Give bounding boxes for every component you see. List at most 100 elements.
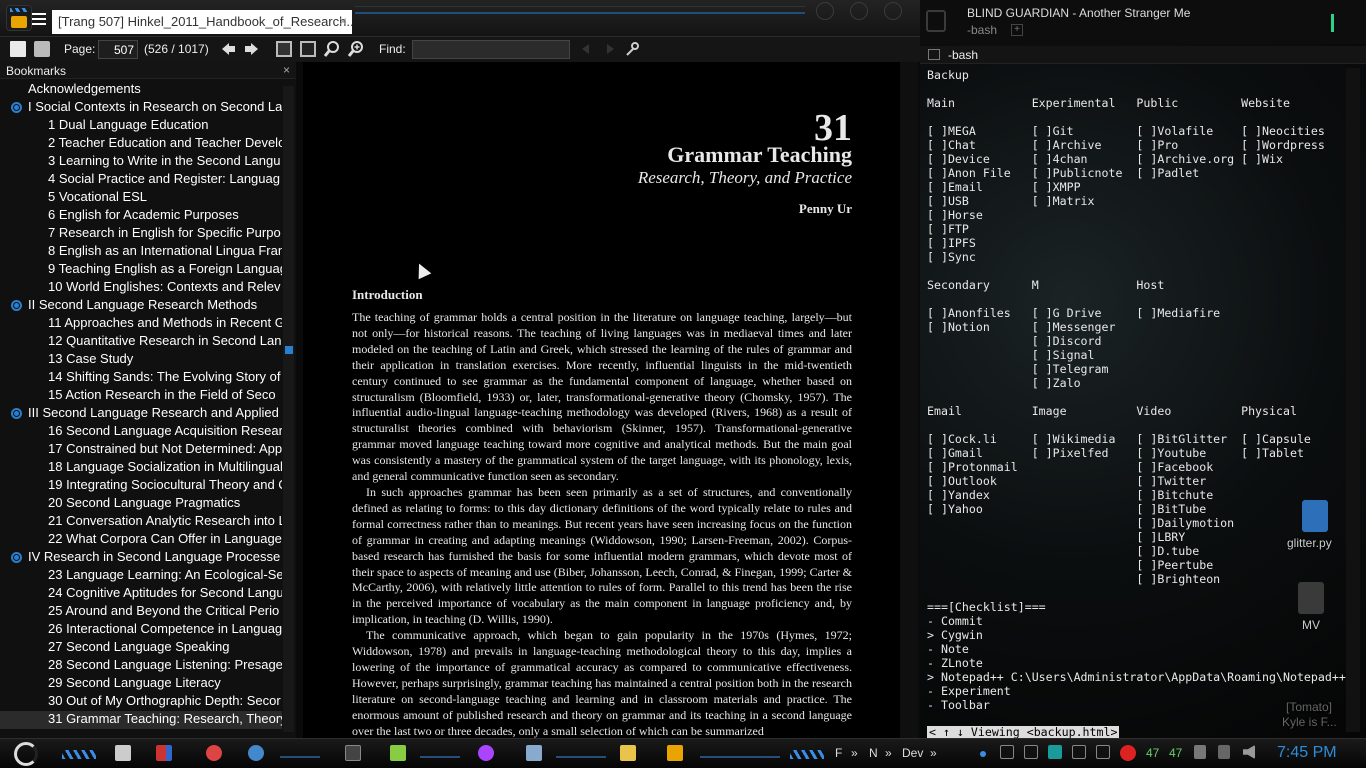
tree-node-icon[interactable] — [11, 102, 22, 113]
bookmark-item[interactable]: 7 Research in English for Specific Purpo — [0, 225, 282, 243]
bookmark-item[interactable]: II Second Language Research Methods — [0, 297, 282, 315]
document-tab[interactable]: [Trang 507] Hinkel_2011_Handbook_of_Rese… — [52, 10, 352, 34]
bookmark-item[interactable]: 6 English for Academic Purposes — [0, 207, 282, 225]
bookmark-item[interactable]: 18 Language Socialization in Multilingua… — [0, 459, 282, 477]
bookmark-item[interactable]: 21 Conversation Analytic Research into L — [0, 513, 282, 531]
bookmark-item[interactable]: 13 Case Study — [0, 351, 282, 369]
quick-launch-expand[interactable]: » — [885, 746, 892, 760]
bookmarks-scrollbar[interactable] — [283, 86, 294, 732]
page-scrollbar[interactable] — [900, 62, 918, 738]
bookmark-item[interactable]: 10 World Englishes: Contexts and Relev — [0, 279, 282, 297]
bookmark-item[interactable]: 2 Teacher Education and Teacher Develo — [0, 135, 282, 153]
bookmark-item[interactable]: 29 Second Language Literacy — [0, 675, 282, 693]
bookmark-item[interactable]: I Social Contexts in Research on Second … — [0, 99, 282, 117]
calculator-icon[interactable] — [115, 745, 131, 761]
quick-launch-expand[interactable]: » — [851, 746, 858, 760]
tray-window-icon[interactable] — [1000, 745, 1014, 759]
start-button-icon[interactable] — [14, 742, 38, 766]
open-file-icon[interactable] — [10, 41, 26, 57]
chrome-icon[interactable] — [248, 745, 264, 761]
bookmark-item[interactable]: IV Research in Second Language Processe — [0, 549, 282, 567]
bookmark-item[interactable]: 24 Cognitive Aptitudes for Second Langu — [0, 585, 282, 603]
volume-icon[interactable] — [1243, 745, 1255, 759]
desktop-icon-label[interactable]: glitter.py — [1287, 536, 1332, 550]
bookmark-item[interactable]: 8 English as an International Lingua Fra… — [0, 243, 282, 261]
terminal-tab[interactable]: -bash — [967, 23, 997, 37]
bookmark-item[interactable]: 22 What Corpora Can Offer in Language — [0, 531, 282, 549]
bookmark-item[interactable]: 28 Second Language Listening: Presage — [0, 657, 282, 675]
media-player-icon[interactable] — [478, 745, 494, 761]
bookmark-item[interactable]: 3 Learning to Write in the Second Langu — [0, 153, 282, 171]
terminal-scrollbar[interactable] — [1346, 68, 1360, 732]
quick-launch-dev[interactable]: Dev — [902, 746, 923, 760]
bookmark-item[interactable]: 26 Interactional Competence in Languag — [0, 621, 282, 639]
bookmark-item[interactable]: 5 Vocational ESL — [0, 189, 282, 207]
bookmark-item[interactable]: III Second Language Research and Applied… — [0, 405, 282, 423]
maximize-icon[interactable] — [850, 2, 868, 20]
bookmarks-close-icon[interactable]: × — [283, 63, 290, 77]
bookmark-item[interactable]: 27 Second Language Speaking — [0, 639, 282, 657]
bookmark-item[interactable]: 1 Dual Language Education — [0, 117, 282, 135]
find-input[interactable] — [412, 40, 570, 59]
bookmark-item[interactable]: 20 Second Language Pragmatics — [0, 495, 282, 513]
bookmark-item[interactable]: 19 Integrating Sociocultural Theory and … — [0, 477, 282, 495]
bookmarks-scroll-thumb[interactable] — [285, 346, 293, 354]
document-icon[interactable] — [526, 745, 542, 761]
next-page-icon[interactable] — [244, 41, 260, 57]
tray-window-icon[interactable] — [1024, 745, 1038, 759]
bookmark-item[interactable]: 9 Teaching English as a Foreign Languag — [0, 261, 282, 279]
zoom-out-icon[interactable] — [324, 41, 340, 57]
tree-node-icon[interactable] — [11, 552, 22, 563]
previous-page-icon[interactable] — [220, 41, 236, 57]
terminal-app-icon[interactable] — [926, 10, 946, 32]
find-previous-icon[interactable] — [580, 41, 596, 57]
bookmark-item[interactable]: 12 Quantitative Research in Second Lan — [0, 333, 282, 351]
tab-close-icon[interactable]: × — [339, 13, 347, 29]
fit-width-icon[interactable] — [300, 41, 316, 57]
folder-icon[interactable] — [1298, 582, 1324, 614]
print-icon[interactable] — [34, 41, 50, 57]
hamburger-menu-icon[interactable] — [32, 13, 46, 25]
file-explorer-icon[interactable] — [620, 745, 636, 761]
desktop-icon-label[interactable]: MV — [1302, 618, 1320, 632]
find-next-icon[interactable] — [600, 41, 616, 57]
bookmark-item[interactable]: 15 Action Research in the Field of Seco — [0, 387, 282, 405]
zoom-in-icon[interactable] — [348, 41, 364, 57]
bookmark-item[interactable]: 16 Second Language Acquisition Resear — [0, 423, 282, 441]
bookmark-item[interactable]: 4 Social Practice and Register: Languag — [0, 171, 282, 189]
bookmark-item[interactable]: 30 Out of My Orthographic Depth: Secor — [0, 693, 282, 711]
tray-app-icon[interactable] — [1048, 745, 1062, 759]
bookmark-item[interactable]: 25 Around and Beyond the Critical Perio — [0, 603, 282, 621]
quick-launch-n[interactable]: N — [869, 746, 878, 760]
tray-window-icon[interactable] — [1096, 745, 1110, 759]
tree-node-icon[interactable] — [11, 408, 22, 419]
desktop-icon-label[interactable]: [Tomato] — [1286, 700, 1332, 714]
new-tab-icon[interactable]: + — [1011, 24, 1023, 36]
terminal-taskbar-icon[interactable] — [345, 745, 361, 761]
firefox-icon[interactable] — [206, 745, 222, 761]
desktop-icon-label[interactable]: Kyle is F... — [1282, 715, 1337, 729]
network-icon[interactable] — [1218, 745, 1230, 759]
bookmark-item[interactable]: Acknowledgements — [0, 81, 282, 99]
pdf-reader-taskbar-icon[interactable] — [667, 745, 683, 761]
page-number-input[interactable] — [98, 40, 138, 59]
python-file-icon[interactable] — [1302, 500, 1328, 532]
color-app-icon[interactable] — [156, 745, 172, 761]
settings-wrench-icon[interactable] — [624, 41, 640, 57]
bookmark-item[interactable]: 23 Language Learning: An Ecological-Se — [0, 567, 282, 585]
fit-page-icon[interactable] — [276, 41, 292, 57]
terminal-output[interactable]: Backup Main Experimental Public Website … — [927, 68, 1347, 732]
notepad-icon[interactable] — [390, 745, 406, 761]
minimize-icon[interactable] — [816, 2, 834, 20]
bookmark-item[interactable]: 14 Shifting Sands: The Evolving Story of — [0, 369, 282, 387]
gmail-notifier-icon[interactable] — [1120, 745, 1136, 761]
tree-node-icon[interactable] — [11, 300, 22, 311]
close-window-icon[interactable] — [884, 2, 902, 20]
bookmark-item[interactable]: 31 Grammar Teaching: Research, Theory — [0, 711, 282, 729]
quick-launch-f[interactable]: F — [835, 746, 842, 760]
tray-window-icon[interactable] — [1072, 745, 1086, 759]
clock[interactable]: 7:45 PM — [1277, 744, 1337, 762]
bookmark-item[interactable]: 11 Approaches and Methods in Recent G — [0, 315, 282, 333]
app-logo-icon[interactable] — [6, 5, 32, 31]
bookmark-item[interactable]: 17 Constrained but Not Determined: App — [0, 441, 282, 459]
